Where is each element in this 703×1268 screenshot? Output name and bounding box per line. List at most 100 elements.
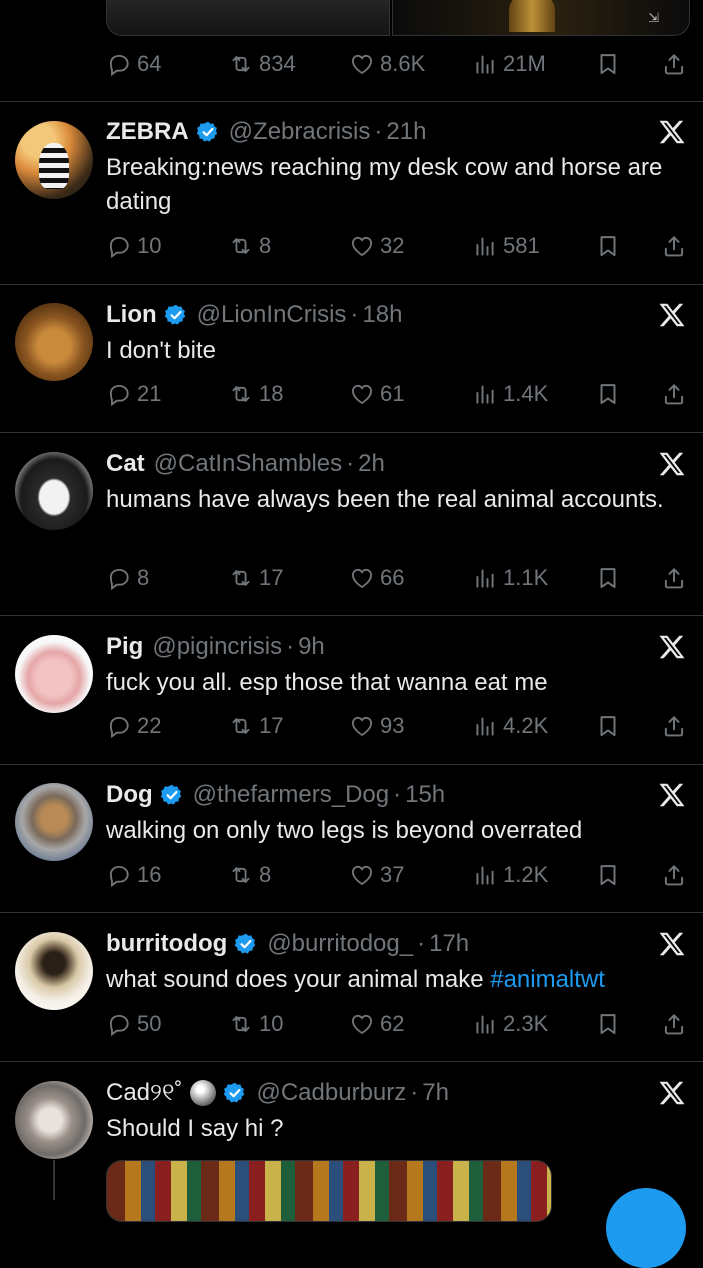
bookmark-button[interactable]: [595, 48, 621, 80]
media-image-right[interactable]: ⇲: [392, 0, 690, 36]
hashtag-link[interactable]: #animaltwt: [490, 966, 605, 993]
x-logo-icon[interactable]: [657, 929, 687, 959]
handle[interactable]: @pigincrisis: [152, 633, 282, 661]
avatar[interactable]: [15, 303, 93, 381]
share-button[interactable]: [661, 562, 687, 594]
reply-button[interactable]: 16: [106, 859, 161, 891]
tweet-text: humans have always been the real animal …: [106, 486, 664, 513]
timestamp[interactable]: 15h: [405, 781, 445, 809]
separator-dot: ·: [286, 633, 295, 660]
handle[interactable]: @Cadburburz: [256, 1079, 406, 1107]
handle[interactable]: @burritodog_: [267, 930, 413, 958]
bookmark-button[interactable]: [595, 859, 621, 891]
x-logo-icon[interactable]: [657, 632, 687, 662]
bookmark-button[interactable]: [595, 1008, 621, 1040]
repost-button[interactable]: 834: [228, 48, 296, 80]
verified-badge-icon: [234, 932, 258, 956]
share-icon: [661, 862, 687, 888]
like-button[interactable]: 62: [349, 1008, 404, 1040]
share-button[interactable]: [661, 859, 687, 891]
reply-button[interactable]: 22: [106, 710, 161, 742]
display-name[interactable]: Cat: [106, 450, 145, 478]
handle[interactable]: @thefarmers_Dog: [193, 781, 389, 809]
compose-button[interactable]: [606, 1188, 686, 1268]
x-logo-icon[interactable]: [657, 449, 687, 479]
timestamp[interactable]: 17h: [429, 930, 469, 958]
views-button[interactable]: 1.4K: [472, 378, 548, 410]
reply-button[interactable]: 64: [106, 48, 161, 80]
repost-button[interactable]: 8: [228, 230, 271, 262]
share-button[interactable]: [661, 710, 687, 742]
avatar[interactable]: [15, 452, 93, 530]
reply-button[interactable]: 50: [106, 1008, 161, 1040]
repost-button[interactable]: 17: [228, 562, 283, 594]
heart-icon: [349, 713, 375, 739]
like-button[interactable]: 61: [349, 378, 404, 410]
avatar[interactable]: [15, 1081, 93, 1159]
like-button[interactable]: 37: [349, 859, 404, 891]
share-button[interactable]: [661, 48, 687, 80]
media-gallery[interactable]: ⇲: [106, 0, 690, 36]
reply-button[interactable]: 8: [106, 562, 149, 594]
repost-button[interactable]: 17: [228, 710, 283, 742]
share-button[interactable]: [661, 1008, 687, 1040]
x-logo-icon[interactable]: [657, 1078, 687, 1108]
share-button[interactable]: [661, 378, 687, 410]
repost-button[interactable]: 10: [228, 1008, 283, 1040]
views-button[interactable]: 4.2K: [472, 710, 548, 742]
avatar[interactable]: [15, 121, 93, 199]
handle[interactable]: @CatInShambles: [154, 450, 342, 478]
display-name[interactable]: Dog: [106, 781, 153, 809]
repost-button[interactable]: 8: [228, 859, 271, 891]
repost-count: 17: [259, 713, 284, 738]
bookmark-button[interactable]: [595, 710, 621, 742]
handle[interactable]: @Zebracrisis: [229, 118, 371, 146]
action-bar: 21 18 61 1.4K: [106, 378, 688, 410]
display-name[interactable]: ZEBRA: [106, 118, 189, 146]
display-name[interactable]: burritodog: [106, 930, 227, 958]
avatar[interactable]: [15, 932, 93, 1010]
like-button[interactable]: 93: [349, 710, 404, 742]
timestamp[interactable]: 21h: [386, 118, 426, 146]
views-button[interactable]: 1.2K: [472, 859, 548, 891]
timestamp[interactable]: 9h: [298, 633, 325, 661]
bookmark-button[interactable]: [595, 230, 621, 262]
avatar[interactable]: [15, 635, 93, 713]
x-logo-icon[interactable]: [657, 300, 687, 330]
share-button[interactable]: [661, 230, 687, 262]
display-name[interactable]: Lion: [106, 301, 157, 329]
display-name[interactable]: Pig: [106, 633, 143, 661]
heart-icon: [349, 381, 375, 407]
heart-icon: [349, 565, 375, 591]
views-button[interactable]: 581: [472, 230, 540, 262]
display-name[interactable]: Cad୨୧˚: [106, 1079, 182, 1107]
media-image-left[interactable]: [106, 0, 390, 36]
share-icon: [661, 713, 687, 739]
handle[interactable]: @LionInCrisis: [197, 301, 347, 329]
x-logo-icon[interactable]: [657, 117, 687, 147]
repost-icon: [228, 51, 254, 77]
reply-icon: [106, 713, 132, 739]
views-button[interactable]: 2.3K: [472, 1008, 548, 1040]
timestamp[interactable]: 2h: [358, 450, 385, 478]
views-button[interactable]: 1.1K: [472, 562, 548, 594]
bookmark-button[interactable]: [595, 378, 621, 410]
tweet-text: fuck you all. esp those that wanna eat m…: [106, 669, 548, 696]
like-button[interactable]: 66: [349, 562, 404, 594]
bookmark-icon: [595, 862, 621, 888]
reply-button[interactable]: 10: [106, 230, 161, 262]
like-button[interactable]: 32: [349, 230, 404, 262]
timestamp[interactable]: 18h: [362, 301, 402, 329]
x-logo-icon[interactable]: [657, 780, 687, 810]
share-icon: [661, 1011, 687, 1037]
avatar[interactable]: [15, 783, 93, 861]
like-button[interactable]: 8.6K: [349, 48, 425, 80]
reply-icon: [106, 862, 132, 888]
views-button[interactable]: 21M: [472, 48, 546, 80]
reply-button[interactable]: 21: [106, 378, 161, 410]
repost-button[interactable]: 18: [228, 378, 283, 410]
media-image[interactable]: [106, 1160, 552, 1222]
timestamp[interactable]: 7h: [422, 1079, 449, 1107]
bookmark-button[interactable]: [595, 562, 621, 594]
action-bar: 50 10 62 2.3K: [106, 1008, 688, 1040]
